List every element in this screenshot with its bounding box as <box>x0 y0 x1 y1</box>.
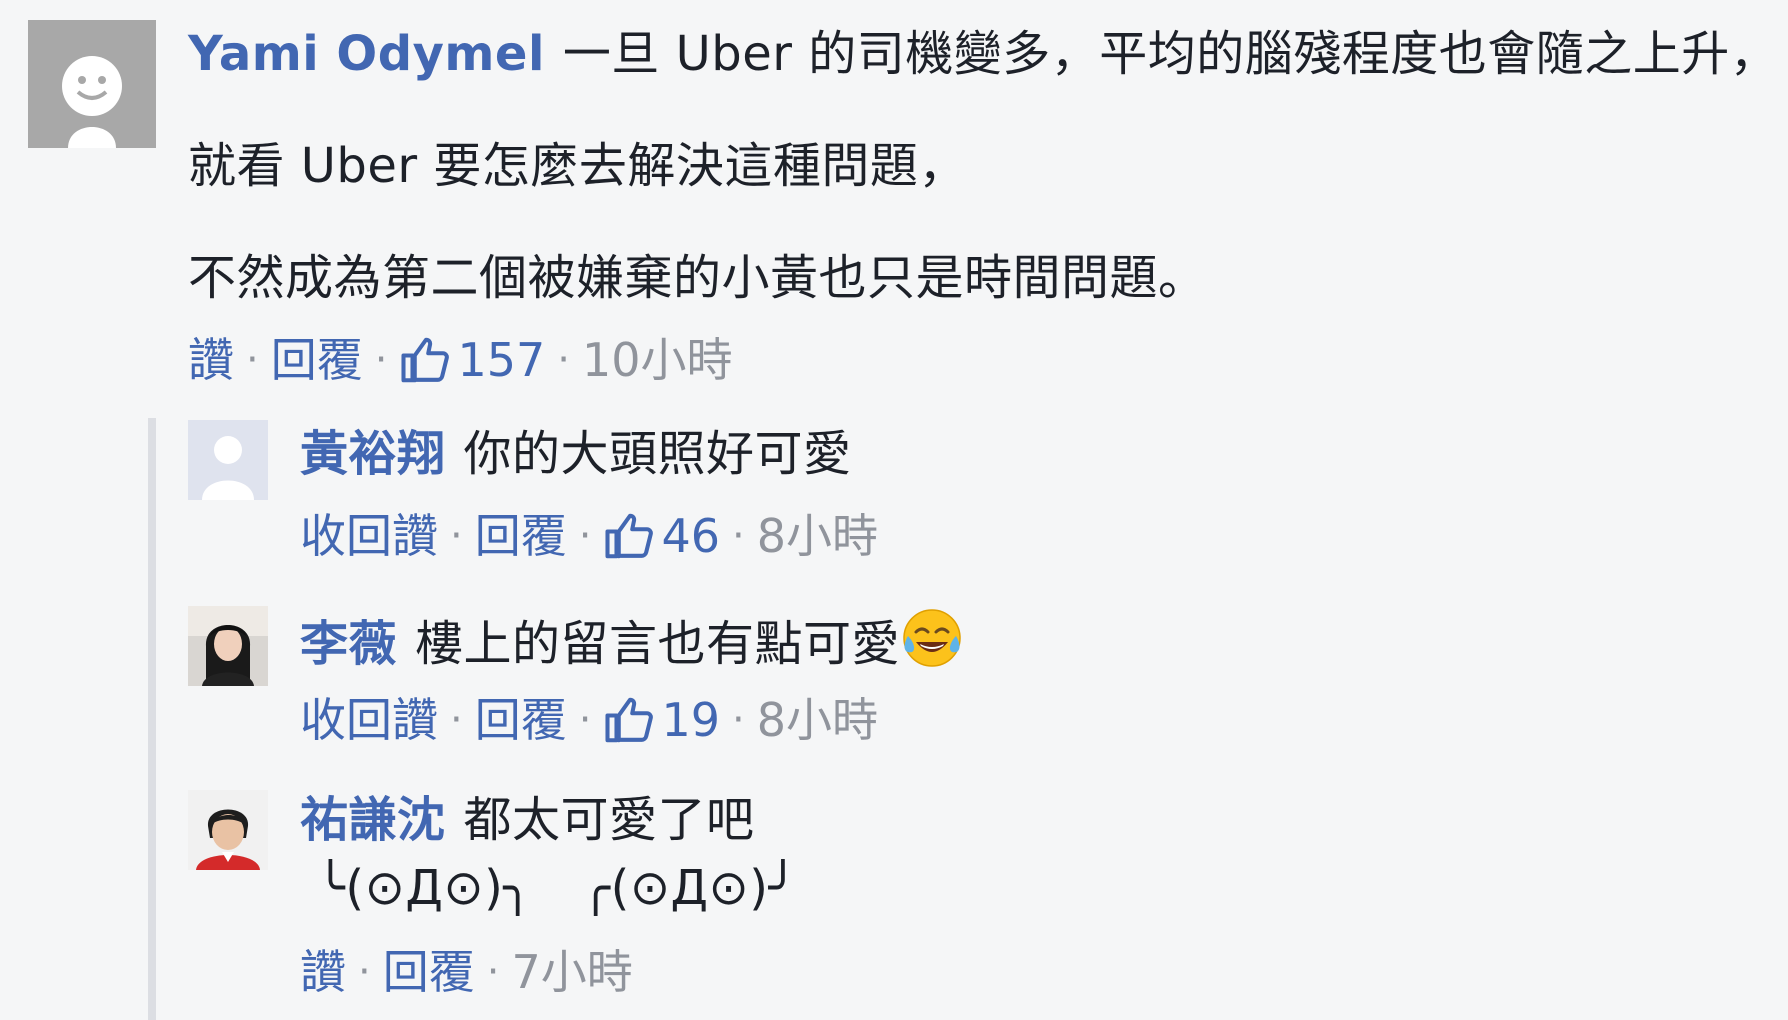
reply-author[interactable]: 祐謙沈 <box>300 792 446 848</box>
like-count[interactable]: 157 <box>399 330 545 390</box>
reply-line: 黃裕翔 你的大頭照好可愛 <box>300 424 852 484</box>
reply-link[interactable]: 回覆 <box>383 942 475 1002</box>
default-avatar-icon <box>28 20 156 148</box>
reply-avatar[interactable] <box>188 790 268 870</box>
timestamp[interactable]: 7小時 <box>511 942 632 1002</box>
unlike-link[interactable]: 收回讚 <box>300 690 438 750</box>
reply-actions: 收回讚 · 回覆 · 46 · 8小時 <box>300 506 878 566</box>
separator-dot: · <box>450 697 463 743</box>
thumbs-up-icon <box>605 513 654 559</box>
reply-line-2: ╰(⊙Д⊙)╮ ╭(⊙Д⊙)╯ <box>316 860 798 916</box>
reply-line: 李薇 樓上的留言也有點可愛 <box>300 606 964 674</box>
comment-line-3: 不然成為第二個被嫌棄的小黃也只是時間問題。 <box>188 250 1207 306</box>
comment-line-1: Yami Odymel 一旦 Uber 的司機變多，平均的腦殘程度也會隨之上升， <box>188 24 1778 84</box>
separator-dot: · <box>450 513 463 559</box>
reply-link[interactable]: 回覆 <box>271 330 363 390</box>
thumbs-up-icon <box>401 337 450 383</box>
separator-dot: · <box>246 337 259 383</box>
separator-dot: · <box>578 513 592 559</box>
separator-dot: · <box>486 949 500 995</box>
reply-thread-rail <box>148 418 156 1020</box>
separator-dot: · <box>557 337 570 383</box>
separator-dot: · <box>578 697 592 743</box>
timestamp[interactable]: 10小時 <box>582 330 733 390</box>
like-count[interactable]: 19 <box>603 690 720 750</box>
separator-dot: · <box>731 513 745 559</box>
reply-actions: 收回讚 · 回覆 · 19 · 8小時 <box>300 690 878 750</box>
like-link[interactable]: 讚 <box>300 942 346 1002</box>
separator-dot: · <box>358 949 371 995</box>
unlike-link[interactable]: 收回讚 <box>300 506 438 566</box>
reply-avatar[interactable] <box>188 420 268 500</box>
comment-actions: 讚 · 回覆 · 157 · 10小時 <box>188 330 733 390</box>
silhouette-avatar-icon <box>188 420 268 500</box>
like-count[interactable]: 46 <box>603 506 720 566</box>
reply-text: 你的大頭照好可愛 <box>463 426 852 482</box>
thumbs-up-icon <box>605 697 654 743</box>
reply-link[interactable]: 回覆 <box>475 506 567 566</box>
comment-avatar[interactable] <box>28 20 156 148</box>
like-link[interactable]: 讚 <box>188 330 234 390</box>
profile-photo-icon <box>188 790 268 870</box>
reply-avatar[interactable] <box>188 606 268 686</box>
profile-photo-icon <box>188 606 268 686</box>
like-count-value: 19 <box>661 693 720 747</box>
tears-of-joy-emoji-icon <box>903 609 961 667</box>
timestamp[interactable]: 8小時 <box>757 690 878 750</box>
reply-text: 樓上的留言也有點可愛 <box>415 616 901 672</box>
separator-dot: · <box>374 337 388 383</box>
reply-author[interactable]: 黃裕翔 <box>300 426 446 482</box>
reply-text: 都太可愛了吧 <box>463 792 755 848</box>
comment-author[interactable]: Yami Odymel <box>188 26 545 82</box>
reply-line: 祐謙沈 都太可愛了吧 <box>300 790 755 850</box>
reply-author[interactable]: 李薇 <box>300 616 397 672</box>
like-count-value: 46 <box>661 509 720 563</box>
like-count-value: 157 <box>457 333 546 387</box>
separator-dot: · <box>731 697 745 743</box>
timestamp[interactable]: 8小時 <box>757 506 878 566</box>
comment-line-2: 就看 Uber 要怎麼去解決這種問題， <box>188 138 967 194</box>
reply-actions: 讚 · 回覆 · 7小時 <box>300 942 633 1002</box>
reply-link[interactable]: 回覆 <box>475 690 567 750</box>
comment-text: 一旦 Uber 的司機變多，平均的腦殘程度也會隨之上升， <box>562 26 1779 82</box>
